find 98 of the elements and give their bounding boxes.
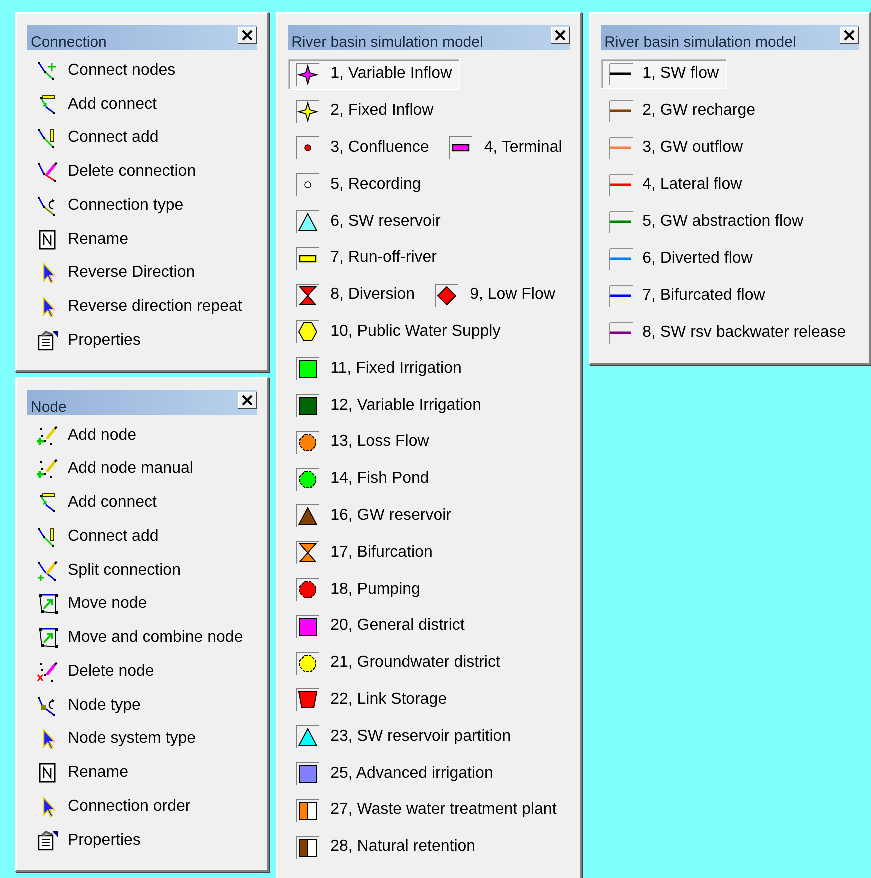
node-symbol-icon <box>296 173 319 196</box>
menu-item[interactable]: Add connect <box>27 486 257 520</box>
menu-item[interactable]: Properties <box>27 324 257 358</box>
menu-item[interactable]: Connect nodes <box>27 54 257 88</box>
menu-item[interactable]: Connect add <box>27 122 257 156</box>
legend-item[interactable]: 4, Terminal <box>441 132 570 164</box>
menu-item[interactable]: Split connection <box>27 554 257 588</box>
properties-icon <box>36 828 60 853</box>
legend-item[interactable]: 10, Public Water Supply <box>288 316 509 348</box>
legend-item[interactable]: 2, Fixed Inflow <box>288 96 442 127</box>
legend-item[interactable]: 16, GW reservoir <box>288 500 460 532</box>
panel-title: Connection <box>31 35 107 50</box>
menu-item[interactable]: Rename <box>27 756 257 790</box>
node-symbol-icon <box>296 320 319 344</box>
node-symbol-icon <box>296 357 319 380</box>
legend-item[interactable]: 14, Fish Pond <box>288 464 438 495</box>
menu-item[interactable]: Add node <box>27 418 257 452</box>
line-pencil-icon <box>36 558 60 583</box>
close-icon <box>554 30 566 41</box>
legend-item[interactable]: 12, Variable Irrigation <box>288 390 490 422</box>
panel-title: Node <box>31 400 67 415</box>
menu-item[interactable]: Add node manual <box>27 452 257 486</box>
node-symbol-icon <box>296 62 319 86</box>
node-symbol-icon <box>296 652 319 675</box>
legend-item[interactable]: 6, Diverted flow <box>600 244 761 274</box>
dots-pencil-icon <box>36 424 60 448</box>
node-symbol-icon <box>435 284 458 307</box>
node-symbol-icon <box>296 578 319 602</box>
legend-item[interactable]: 17, Bifurcation <box>288 537 441 568</box>
legend-item[interactable]: 4, Lateral flow <box>600 170 750 200</box>
node-symbol-icon <box>296 246 319 270</box>
node-symbol-icon <box>296 836 319 859</box>
panel-title: River basin simulation model <box>292 35 484 50</box>
legend-item[interactable]: 2, GW recharge <box>600 96 764 126</box>
menu-item[interactable]: Add connect <box>27 88 257 122</box>
legend-item[interactable]: 8, SW rsv backwater release <box>600 318 854 348</box>
menu-item[interactable]: Node system type <box>27 722 257 756</box>
legend-item[interactable]: 3, GW outflow <box>600 133 752 164</box>
close-button[interactable] <box>238 27 257 44</box>
node-symbol-icon <box>296 541 319 564</box>
close-icon <box>242 394 253 406</box>
properties-icon <box>36 328 60 353</box>
legend-item[interactable]: 25, Advanced irrigation <box>288 758 502 790</box>
close-button[interactable] <box>550 27 570 44</box>
menu-item[interactable]: Connection order <box>27 790 257 824</box>
menu-item[interactable]: Connection type <box>27 189 257 223</box>
legend-item[interactable]: 1, SW flow <box>600 59 728 90</box>
close-icon <box>242 30 253 41</box>
node-symbol-icon <box>296 430 319 454</box>
legend-item[interactable]: 21, Groundwater district <box>288 648 508 679</box>
legend-item[interactable]: 3, Confluence <box>288 132 438 164</box>
node-symbol-icon <box>296 284 319 307</box>
legend-item[interactable]: 23, SW reservoir partition <box>288 721 520 752</box>
node-symbol-icon <box>449 136 472 160</box>
legend-item[interactable]: 28, Natural retention <box>288 832 484 863</box>
legend-item[interactable]: 11, Fixed Irrigation <box>288 353 470 384</box>
legend-item[interactable]: 5, Recording <box>288 169 430 200</box>
menu-item[interactable]: Reverse Direction <box>27 256 257 290</box>
close-icon <box>844 30 855 41</box>
legend-item[interactable]: 13, Loss Flow <box>288 426 438 458</box>
legend-item[interactable]: 18, Pumping <box>288 574 428 606</box>
menu-item[interactable]: Rename <box>27 222 257 256</box>
legend-item[interactable]: 8, Diversion <box>288 280 424 311</box>
panel-title: River basin simulation model <box>604 35 796 50</box>
menu-item[interactable]: Properties <box>27 824 257 858</box>
node-symbol-icon <box>296 725 319 748</box>
node-symbol-icon <box>296 504 319 528</box>
legend-item[interactable]: 1, Variable Inflow <box>288 58 460 90</box>
legend-item[interactable]: 9, Low Flow <box>427 280 564 311</box>
legend-item[interactable]: 20, General district <box>288 610 473 642</box>
line-pencil-icon <box>36 160 60 184</box>
menu-item[interactable]: Delete node <box>27 655 257 689</box>
menu-item[interactable]: Connect add <box>27 520 257 554</box>
close-button[interactable] <box>840 27 859 44</box>
node-symbol-icon <box>296 210 319 234</box>
menu-item[interactable]: Node type <box>27 688 257 722</box>
legend-item[interactable]: 6, SW reservoir <box>288 206 449 238</box>
square-arrow-icon <box>36 626 60 650</box>
node-symbol-icon <box>296 798 319 822</box>
legend-item[interactable]: 27, Waste water treatment plant <box>288 794 565 826</box>
legend-item[interactable]: 22, Link Storage <box>288 684 456 716</box>
legend-item[interactable]: 7, Bifurcated flow <box>600 280 774 311</box>
node-symbol-icon <box>296 394 319 418</box>
node-symbol-icon <box>296 100 319 123</box>
close-button[interactable] <box>238 392 257 409</box>
node-symbol-icon <box>296 614 319 638</box>
menu-item[interactable]: Reverse direction repeat <box>27 290 257 324</box>
square-arrow-icon <box>36 592 60 616</box>
node-symbol-icon <box>296 762 319 786</box>
node-symbol-icon <box>296 468 319 491</box>
node-symbol-icon <box>296 136 319 160</box>
menu-item[interactable]: Move node <box>27 588 257 622</box>
menu-item[interactable]: Delete connection <box>27 155 257 189</box>
menu-item[interactable]: Move and combine node <box>27 621 257 655</box>
node-symbol-icon <box>296 688 319 712</box>
legend-item[interactable]: 7, Run-off-river <box>288 242 445 274</box>
legend-item[interactable]: 5, GW abstraction flow <box>600 207 812 237</box>
dots-pencil-icon <box>36 660 60 684</box>
